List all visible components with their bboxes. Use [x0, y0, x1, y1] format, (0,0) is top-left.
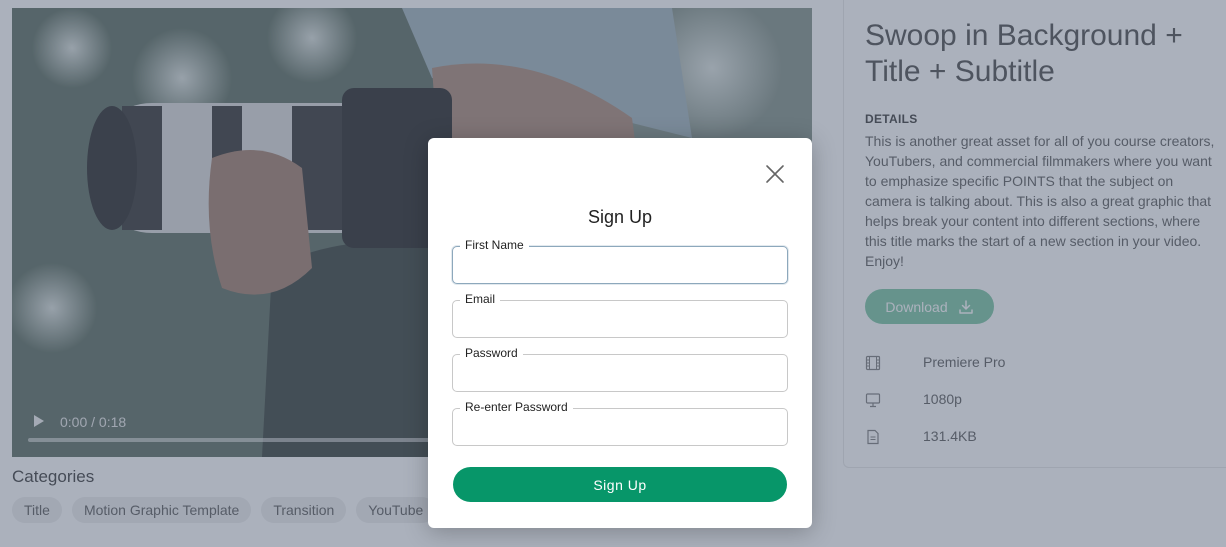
reenter-password-field-wrapper: Re-enter Password: [452, 400, 788, 446]
signup-modal: Sign Up First Name Email Password Re-ent…: [428, 138, 812, 528]
email-input[interactable]: [452, 300, 788, 338]
modal-title: Sign Up: [587, 207, 653, 227]
password-label: Password: [460, 346, 523, 360]
reenter-password-label: Re-enter Password: [460, 400, 573, 414]
email-field-wrapper: Email: [452, 292, 788, 338]
close-icon[interactable]: [764, 163, 786, 185]
first-name-field-wrapper: First Name: [452, 238, 788, 284]
first-name-label: First Name: [460, 238, 529, 252]
password-field-wrapper: Password: [452, 346, 788, 392]
email-label: Email: [460, 292, 501, 306]
sign-up-button[interactable]: Sign Up: [453, 467, 787, 502]
